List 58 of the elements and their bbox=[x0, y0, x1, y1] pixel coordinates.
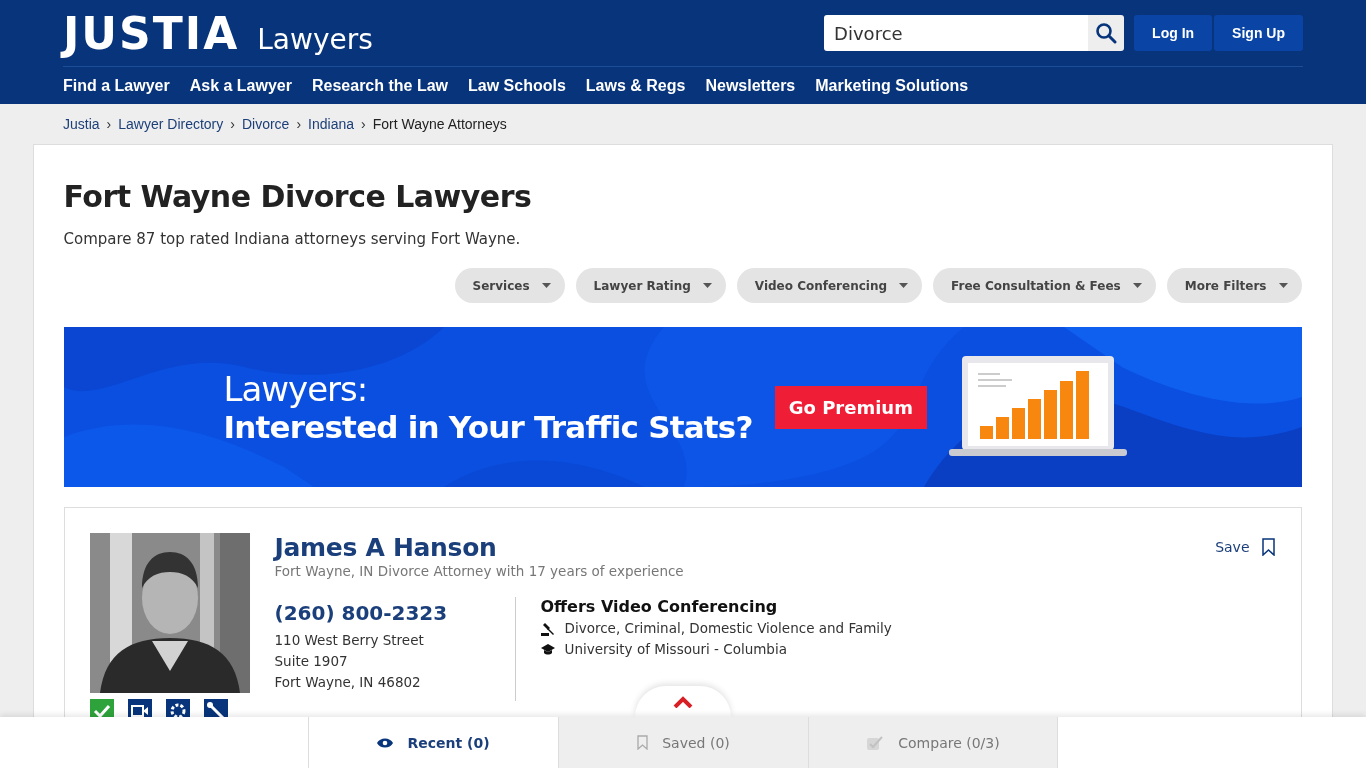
checkbox-icon bbox=[866, 734, 885, 751]
bottom-tab[interactable]: Compare (0/3) bbox=[808, 717, 1058, 768]
filter-dropdown[interactable]: Services bbox=[454, 268, 565, 303]
save-button[interactable]: Save bbox=[1209, 537, 1281, 557]
page-subtitle: Compare 87 top rated Indiana attorneys serving Fort Wayne. bbox=[63, 230, 522, 248]
breadcrumb: Fort Wayne Attorneys bbox=[372, 116, 507, 132]
breadcrumb[interactable]: Indiana bbox=[308, 116, 355, 132]
breadcrumb[interactable]: Justia bbox=[63, 116, 100, 132]
filter-dropdown[interactable]: Video Conferencing bbox=[736, 268, 923, 303]
nav-link[interactable]: Find a Lawyer bbox=[63, 76, 170, 95]
gavel-icon bbox=[540, 621, 555, 636]
caret-icon bbox=[702, 283, 712, 288]
eye-icon bbox=[377, 737, 394, 748]
breadcrumb-separator: › bbox=[296, 116, 302, 132]
nav-link[interactable]: Law Schools bbox=[468, 76, 566, 95]
nav-link[interactable]: Research the Law bbox=[312, 76, 449, 95]
phone-number[interactable]: (260) 800-2323 bbox=[274, 601, 515, 625]
bottom-tab[interactable]: Recent (0) bbox=[308, 717, 558, 768]
page-title: Fort Wayne Divorce Lawyers bbox=[63, 178, 533, 214]
feature-heading: Offers Video Conferencing bbox=[540, 597, 779, 616]
bookmark-icon bbox=[1261, 538, 1275, 556]
auth-button[interactable]: Sign Up bbox=[1214, 15, 1303, 51]
breadcrumb[interactable]: Divorce bbox=[241, 116, 290, 132]
detail-text: Divorce, Criminal, Domestic Violence and Family bbox=[564, 619, 892, 638]
search-icon bbox=[1095, 22, 1118, 44]
chevron-up-icon bbox=[673, 696, 693, 708]
address-line: Suite 1907 bbox=[274, 652, 349, 671]
caret-icon bbox=[1278, 283, 1288, 288]
lawyer-name[interactable]: James A Hanson bbox=[274, 533, 684, 562]
nav-link[interactable]: Laws & Regs bbox=[585, 76, 686, 95]
filter-dropdown[interactable]: More Filters bbox=[1166, 268, 1302, 303]
caret-icon bbox=[1132, 283, 1142, 288]
filter-dropdown[interactable]: Lawyer Rating bbox=[575, 268, 726, 303]
filter-dropdown[interactable]: Free Consultation & Fees bbox=[933, 268, 1156, 303]
nav-link[interactable]: Ask a Lawyer bbox=[189, 76, 292, 95]
address-line: Fort Wayne, IN 46802 bbox=[274, 673, 422, 692]
search-button[interactable] bbox=[1088, 15, 1125, 51]
address-line: 110 West Berry Street bbox=[274, 631, 425, 650]
promo-banner[interactable]: Lawyers: Interested in Your Traffic Stats? Go Premium bbox=[63, 327, 1302, 487]
breadcrumb-separator: › bbox=[230, 116, 235, 132]
breadcrumb[interactable]: Lawyer Directory bbox=[118, 116, 224, 132]
logo-subtitle: Lawyers bbox=[257, 22, 373, 56]
bookmark-icon bbox=[637, 735, 649, 750]
breadcrumb-separator: › bbox=[361, 116, 366, 132]
breadcrumb-separator: › bbox=[106, 116, 112, 132]
graduation-cap-icon bbox=[540, 644, 555, 655]
auth-button[interactable]: Log In bbox=[1134, 15, 1213, 51]
search-field[interactable]: Divorce bbox=[824, 15, 1089, 51]
caret-icon bbox=[541, 283, 551, 288]
banner-heading: Lawyers: bbox=[223, 369, 369, 409]
lawyer-tagline: Fort Wayne, IN Divorce Attorney with 17 years of experience bbox=[274, 563, 684, 579]
go-premium-button[interactable]: Go Premium bbox=[774, 385, 927, 429]
banner-tagline: Interested in Your Traffic Stats? bbox=[223, 409, 753, 445]
nav-link[interactable]: Newsletters bbox=[705, 76, 796, 95]
nav-link[interactable]: Marketing Solutions bbox=[815, 76, 969, 95]
detail-text: University of Missouri - Columbia bbox=[564, 640, 787, 659]
caret-icon bbox=[899, 283, 909, 288]
bottom-tab[interactable]: Saved (0) bbox=[558, 717, 808, 768]
